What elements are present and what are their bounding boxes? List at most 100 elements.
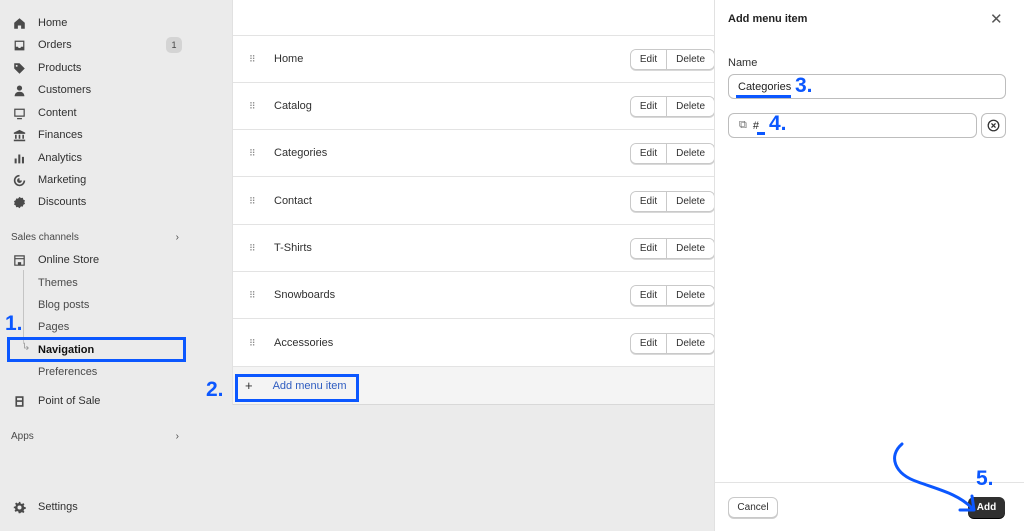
inbox-icon (12, 38, 26, 52)
sidebar-item-label: Online Store (38, 254, 100, 266)
menu-items-card: ⠿ Home Edit Delete ⠿ Catalog Edit Delete… (232, 0, 715, 405)
sales-channels-section[interactable]: Sales channels › (11, 232, 179, 243)
sidebar-item-analytics[interactable]: Analytics (12, 147, 182, 169)
drag-handle-icon[interactable]: ⠿ (249, 101, 261, 112)
apps-label: Apps (11, 431, 34, 442)
orders-count-badge: 1 (166, 37, 182, 53)
link-input-value: # (752, 119, 759, 132)
annotation-step-1: 1. (5, 312, 23, 335)
menu-item-row[interactable]: ⠿ Home Edit Delete (233, 36, 715, 83)
menu-item-row[interactable]: ⠿ Accessories Edit Delete (233, 320, 715, 367)
menu-item-row[interactable]: ⠿ Contact Edit Delete (233, 178, 715, 225)
sidebar-subitem-themes[interactable]: Themes (38, 277, 78, 289)
gear-icon (12, 500, 26, 514)
edit-button[interactable]: Edit (630, 191, 667, 211)
menu-item-row[interactable]: ⠿ Snowboards Edit Delete (233, 272, 715, 319)
bank-icon (12, 128, 26, 142)
sidebar-item-content[interactable]: Content (12, 102, 182, 124)
discount-icon (12, 195, 26, 209)
sidebar: Home Orders 1 Products Customers Content… (0, 0, 192, 531)
sidebar-item-label: Finances (38, 129, 83, 141)
sidebar-item-orders[interactable]: Orders 1 (12, 34, 182, 56)
drag-handle-icon[interactable]: ⠿ (249, 338, 261, 349)
edit-button[interactable]: Edit (630, 143, 667, 163)
delete-button[interactable]: Delete (666, 143, 714, 163)
panel-title: Add menu item (728, 13, 808, 25)
apps-section[interactable]: Apps › (11, 431, 179, 442)
edit-button[interactable]: Edit (630, 96, 667, 116)
row-actions: Edit Delete (629, 142, 715, 164)
person-icon (12, 83, 26, 97)
image-icon (12, 106, 26, 120)
drag-handle-icon[interactable]: ⠿ (249, 290, 261, 301)
clear-link-button[interactable] (981, 113, 1006, 138)
close-icon[interactable]: ✕ (990, 10, 1003, 28)
menu-item-label: T-Shirts (274, 242, 312, 254)
row-actions: Edit Delete (629, 95, 715, 117)
drag-handle-icon[interactable]: ⠿ (249, 196, 261, 207)
sidebar-item-products[interactable]: Products (12, 57, 182, 79)
home-icon (12, 16, 26, 30)
card-header (233, 0, 715, 36)
link-input[interactable]: ⧉ # (728, 113, 977, 138)
delete-button[interactable]: Delete (666, 285, 714, 305)
menu-item-label: Categories (274, 147, 328, 159)
sidebar-item-label: Orders (38, 39, 72, 51)
clear-icon (987, 119, 1000, 132)
sidebar-subitem-pages[interactable]: Pages (38, 321, 69, 333)
menu-item-row[interactable]: ⠿ Catalog Edit Delete (233, 83, 715, 130)
external-link-icon: ⧉ (739, 119, 747, 131)
sidebar-item-finances[interactable]: Finances (12, 124, 182, 146)
sidebar-item-marketing[interactable]: Marketing (12, 169, 182, 191)
delete-button[interactable]: Delete (666, 333, 714, 353)
sidebar-item-customers[interactable]: Customers (12, 79, 182, 101)
sidebar-item-settings[interactable]: Settings (12, 496, 182, 518)
menu-item-label: Accessories (274, 337, 334, 349)
sidebar-subitem-blog-posts[interactable]: Blog posts (38, 299, 89, 311)
delete-button[interactable]: Delete (666, 238, 714, 258)
menu-item-label: Catalog (274, 100, 312, 112)
delete-button[interactable]: Delete (666, 49, 714, 69)
sidebar-item-discounts[interactable]: Discounts (12, 191, 182, 213)
chevron-right-icon: › (175, 232, 179, 243)
sidebar-item-point-of-sale[interactable]: Point of Sale (12, 390, 182, 412)
annotation-underline-link (757, 132, 765, 135)
sidebar-item-label: Products (38, 62, 82, 74)
target-icon (12, 173, 26, 187)
sidebar-item-label: Point of Sale (38, 395, 101, 407)
cancel-button[interactable]: Cancel (728, 497, 778, 518)
tree-line (23, 270, 24, 344)
annotation-step-4: 4. (769, 112, 787, 135)
sidebar-item-online-store[interactable]: Online Store (12, 249, 182, 271)
drag-handle-icon[interactable]: ⠿ (249, 243, 261, 254)
tag-icon (12, 61, 26, 75)
pos-icon (12, 394, 26, 408)
sidebar-item-label: Marketing (38, 174, 87, 186)
drag-handle-icon[interactable]: ⠿ (249, 54, 261, 65)
edit-button[interactable]: Edit (630, 333, 667, 353)
menu-item-row[interactable]: ⠿ Categories Edit Delete (233, 130, 715, 177)
row-actions: Edit Delete (629, 237, 715, 259)
edit-button[interactable]: Edit (630, 238, 667, 258)
sidebar-item-label: Home (38, 17, 68, 29)
drag-handle-icon[interactable]: ⠿ (249, 148, 261, 159)
sidebar-item-label: Customers (38, 84, 92, 96)
edit-button[interactable]: Edit (630, 285, 667, 305)
name-field-label: Name (728, 57, 758, 69)
menu-item-row[interactable]: ⠿ T-Shirts Edit Delete (233, 225, 715, 272)
menu-item-label: Snowboards (274, 289, 336, 301)
delete-button[interactable]: Delete (666, 96, 714, 116)
menu-item-label: Home (274, 53, 304, 65)
sidebar-subitem-preferences[interactable]: Preferences (38, 366, 97, 378)
bar-chart-icon (12, 151, 26, 165)
delete-button[interactable]: Delete (666, 191, 714, 211)
annotation-box-navigation (7, 337, 186, 362)
sidebar-item-label: Analytics (38, 152, 83, 164)
annotation-underline-name (736, 95, 791, 98)
sidebar-item-label: Settings (38, 501, 78, 513)
row-actions: Edit Delete (629, 190, 715, 212)
row-actions: Edit Delete (629, 332, 715, 354)
sidebar-item-home[interactable]: Home (12, 12, 182, 34)
edit-button[interactable]: Edit (630, 49, 667, 69)
chevron-right-icon: › (175, 431, 179, 442)
